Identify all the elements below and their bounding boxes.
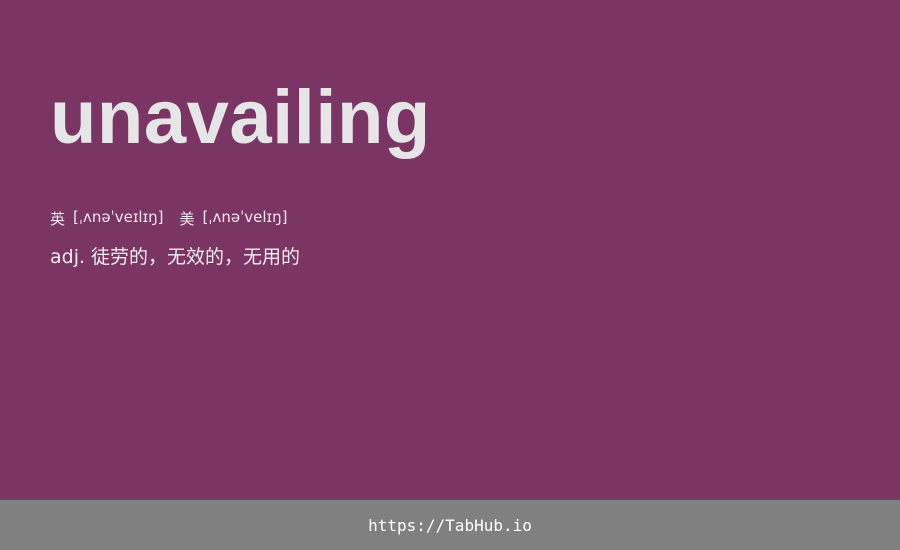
us-label: 美 [179, 210, 195, 228]
uk-phonetic: 英 [ˌʌnəˈveɪlɪŋ] [50, 208, 164, 229]
us-phonetic: 美 [ˌʌnəˈvelɪŋ] [180, 208, 288, 229]
new-tab-page: unavailing 英 [ˌʌnəˈveɪlɪŋ] 美 [ˌʌnəˈvelɪŋ… [0, 0, 900, 550]
headword: unavailing [50, 75, 431, 160]
footer-bar: https://TabHub.io [0, 500, 900, 550]
definition: adj. 徒劳的，无效的，无用的 [50, 246, 301, 268]
phonetics-row: 英 [ˌʌnəˈveɪlɪŋ] 美 [ˌʌnəˈvelɪŋ] [50, 208, 850, 229]
us-ipa: [ˌʌnəˈvelɪŋ] [202, 208, 288, 226]
word-card: unavailing 英 [ˌʌnəˈveɪlɪŋ] 美 [ˌʌnəˈvelɪŋ… [50, 70, 850, 269]
uk-ipa: [ˌʌnəˈveɪlɪŋ] [73, 208, 164, 226]
tabhub-link[interactable]: https://TabHub.io [368, 516, 532, 535]
uk-label: 英 [50, 210, 66, 228]
